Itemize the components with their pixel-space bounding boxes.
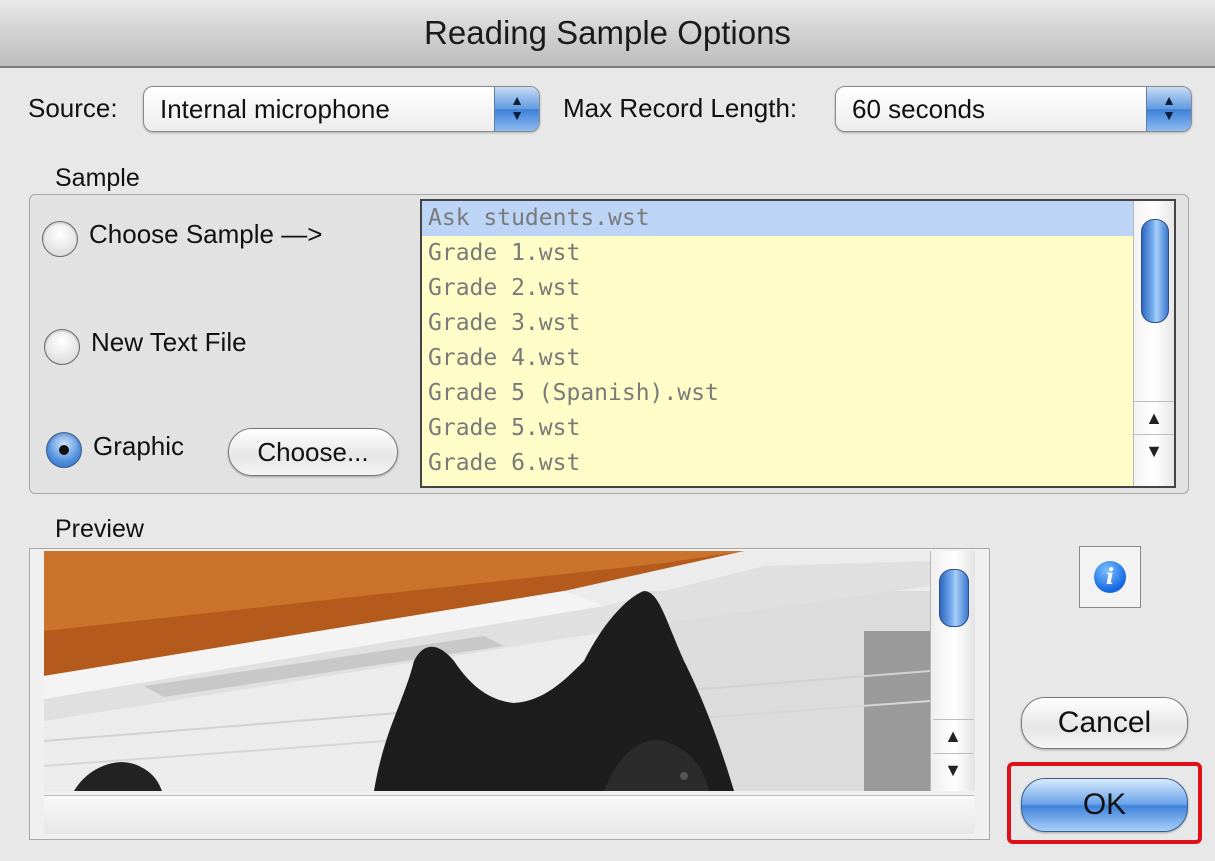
radio-selected-dot (59, 445, 69, 455)
radio-choose-sample[interactable] (42, 221, 78, 257)
preview-scroll-thumb[interactable] (939, 569, 969, 627)
source-value: Internal microphone (160, 94, 390, 124)
scroll-up-arrow-icon[interactable]: ▲ (1134, 401, 1174, 434)
scroll-up-arrow-icon[interactable]: ▲ (933, 719, 973, 752)
preview-image (44, 551, 930, 791)
scroll-down-arrow-icon[interactable]: ▼ (933, 753, 973, 786)
list-item[interactable]: Grade 2.wst (422, 271, 1174, 306)
list-item[interactable]: Grade 3.wst (422, 306, 1174, 341)
choose-button[interactable]: Choose... (228, 428, 398, 476)
list-item[interactable]: Grade 6.wst (422, 446, 1174, 481)
list-item[interactable]: Grade 1.wst (422, 236, 1174, 271)
up-down-arrows-icon: ▲ ▼ (1146, 87, 1191, 131)
list-item[interactable]: Grade 5 (Spanish).wst (422, 376, 1174, 411)
sample-group-label: Sample (55, 164, 140, 192)
list-scroll-thumb[interactable] (1141, 219, 1169, 323)
preview-label: Preview (55, 515, 144, 543)
up-down-arrows-icon: ▲ ▼ (494, 87, 539, 131)
preview-panel: ▲ ▼ (29, 548, 990, 840)
info-button[interactable]: i (1079, 546, 1141, 608)
source-label: Source: (28, 93, 118, 123)
preview-scrollbar[interactable]: ▲ ▼ (930, 551, 975, 791)
list-item[interactable]: Ask students.wst (422, 201, 1174, 236)
radio-graphic-label: Graphic (93, 431, 185, 461)
window-title: Reading Sample Options (0, 0, 1215, 68)
list-item[interactable]: Grade 5.wst (422, 411, 1174, 446)
highlight-box (1007, 762, 1202, 844)
cancel-button[interactable]: Cancel (1021, 697, 1188, 749)
preview-horizontal-scrollbar[interactable] (44, 795, 974, 834)
radio-choose-sample-label: Choose Sample —> (89, 219, 323, 249)
max-record-length-label: Max Record Length: (563, 93, 798, 123)
radio-graphic[interactable] (46, 432, 82, 468)
max-record-length-popup[interactable]: 60 seconds ▲ ▼ (835, 86, 1192, 132)
info-icon: i (1094, 561, 1126, 593)
sample-file-list[interactable]: Ask students.wst Grade 1.wst Grade 2.wst… (420, 199, 1176, 488)
scroll-down-arrow-icon[interactable]: ▼ (1134, 434, 1174, 467)
radio-new-text-file[interactable] (44, 329, 80, 365)
max-record-length-value: 60 seconds (852, 94, 985, 124)
list-scrollbar[interactable]: ▲ ▼ (1133, 201, 1174, 486)
list-item[interactable]: Grade 4.wst (422, 341, 1174, 376)
source-popup[interactable]: Internal microphone ▲ ▼ (143, 86, 540, 132)
radio-new-text-file-label: New Text File (91, 327, 247, 357)
